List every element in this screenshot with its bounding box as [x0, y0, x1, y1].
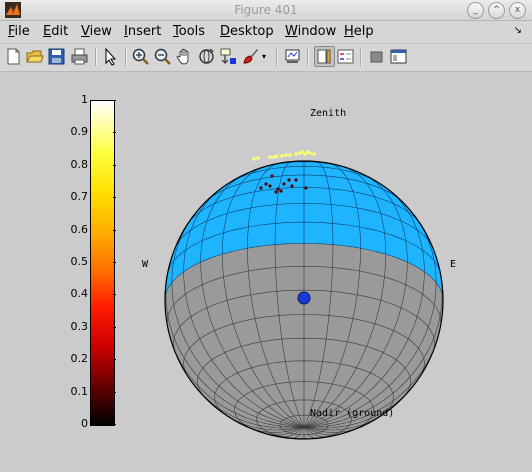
sample-point: [312, 152, 316, 156]
save-icon[interactable]: [47, 47, 66, 66]
window-title: Figure 401: [234, 3, 298, 17]
toolbar-separator: [95, 48, 97, 66]
toolbar-separator: [276, 48, 278, 66]
sample-point: [284, 153, 288, 157]
rotate-3d-icon[interactable]: [197, 47, 216, 66]
brush-dropdown-icon[interactable]: ▾: [262, 52, 266, 61]
brush-icon[interactable]: [241, 47, 260, 66]
sample-point: [270, 174, 274, 178]
east-label: E: [450, 259, 457, 270]
menu-view[interactable]: View: [81, 24, 112, 39]
sample-point: [304, 186, 308, 190]
data-cursor-icon[interactable]: [219, 47, 238, 66]
sample-point: [294, 152, 298, 156]
legend-icon[interactable]: [336, 47, 355, 66]
toolbar-separator: [360, 48, 362, 66]
figure-toolbar: ▾: [0, 43, 532, 72]
sample-point: [287, 178, 291, 182]
menu-tools[interactable]: Tools: [173, 24, 205, 39]
sample-point: [276, 187, 280, 191]
menu-desktop[interactable]: Desktop: [220, 24, 274, 39]
minimize-icon: _: [473, 5, 478, 15]
hide-plot-tools-icon[interactable]: [367, 47, 386, 66]
menu-help[interactable]: Help: [344, 24, 374, 39]
close-icon: x: [514, 5, 521, 15]
sample-point: [290, 184, 294, 188]
menu-file[interactable]: File: [8, 24, 30, 39]
pan-hand-icon[interactable]: [175, 47, 194, 66]
maximize-button[interactable]: ^: [488, 2, 505, 19]
sphere-plot[interactable]: [0, 72, 532, 472]
sample-point: [280, 154, 284, 158]
sample-point: [300, 150, 304, 154]
menu-edit[interactable]: Edit: [43, 24, 68, 39]
toolbar-separator: [125, 48, 127, 66]
nadir-label: Nadir (ground): [310, 408, 395, 419]
zoom-in-icon[interactable]: [131, 47, 150, 66]
sample-point: [272, 155, 276, 159]
sample-point: [268, 155, 272, 159]
link-plot-icon[interactable]: [283, 47, 302, 66]
colorbar-icon[interactable]: [314, 46, 335, 67]
sample-point: [264, 182, 268, 186]
menu-insert[interactable]: Insert: [124, 24, 161, 39]
zoom-out-icon[interactable]: [153, 47, 172, 66]
open-file-icon[interactable]: [25, 47, 44, 66]
new-figure-icon[interactable]: [4, 47, 23, 66]
zenith-label: Zenith: [310, 108, 347, 119]
select-arrow-icon[interactable]: [101, 47, 120, 66]
menu-bar: File Edit View Insert Tools Desktop Wind…: [0, 21, 532, 43]
observer-marker: [297, 291, 311, 305]
show-plot-tools-icon[interactable]: [389, 47, 408, 66]
maximize-icon: ^: [492, 5, 501, 15]
sample-point: [268, 184, 272, 188]
sample-point: [252, 157, 256, 161]
menu-window[interactable]: Window: [285, 24, 336, 39]
undock-arrow-icon[interactable]: ↘: [514, 25, 522, 36]
toolbar-separator: [307, 48, 309, 66]
west-label: W: [142, 259, 149, 270]
minimize-button[interactable]: _: [467, 2, 484, 19]
sample-point: [259, 186, 263, 190]
sample-point: [288, 153, 292, 157]
window-titlebar: Figure 401 _ ^ x: [0, 0, 532, 21]
close-button[interactable]: x: [509, 2, 526, 19]
sample-point: [256, 156, 260, 160]
sample-point: [282, 182, 286, 186]
sample-point: [306, 150, 310, 154]
sample-point: [303, 152, 307, 156]
print-icon[interactable]: [70, 47, 89, 66]
sample-point: [274, 190, 278, 194]
sample-point: [294, 178, 298, 182]
figure-canvas[interactable]: 1 0.9 0.8 0.7 0.6 0.5 0.4 0.3 0.2 0.1 0 Zenith Nad…: [0, 72, 532, 472]
sample-point: [279, 189, 283, 193]
